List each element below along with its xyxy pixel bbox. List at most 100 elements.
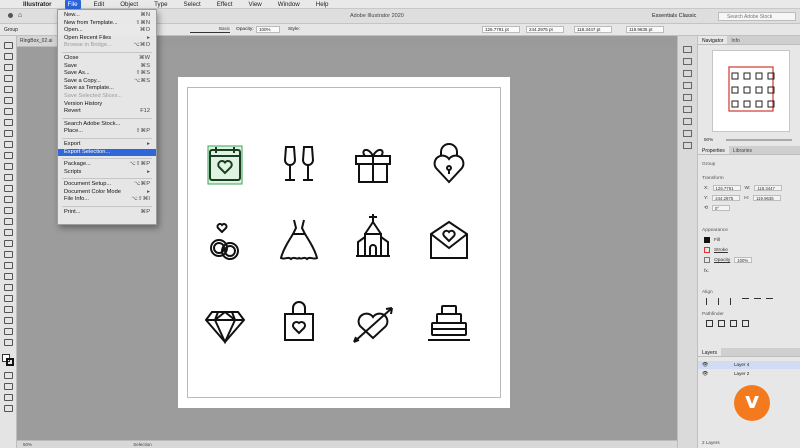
eyedropper-tool-icon[interactable] xyxy=(4,262,13,269)
menu-item-open[interactable]: Open... ⌘O xyxy=(58,27,156,35)
workspace-switcher[interactable]: Essentials Classic xyxy=(652,13,696,19)
menu-item-package[interactable]: Package... ⌥⇧⌘P xyxy=(58,161,156,169)
magic-wand-tool-icon[interactable] xyxy=(4,64,13,71)
tab-properties[interactable]: Properties xyxy=(698,146,729,154)
wedding-dress-icon[interactable] xyxy=(276,216,322,262)
fill-swatch[interactable] xyxy=(704,237,710,243)
color-mode-icon[interactable] xyxy=(4,372,13,379)
free-transform-tool-icon[interactable] xyxy=(4,207,13,214)
hand-tool-icon[interactable] xyxy=(4,328,13,335)
rings-icon[interactable] xyxy=(202,218,248,264)
edit-toolbar-icon[interactable] xyxy=(4,405,13,412)
blend-tool-icon[interactable] xyxy=(4,273,13,280)
menu-view[interactable]: View xyxy=(245,0,264,9)
fx-button[interactable]: fx. xyxy=(704,269,709,274)
tab-layers[interactable]: Layers xyxy=(698,348,722,356)
type-tool-icon[interactable] xyxy=(4,108,13,115)
align-top-icon[interactable] xyxy=(742,298,749,305)
pen-tool-icon[interactable] xyxy=(4,86,13,93)
align-center-icon[interactable] xyxy=(718,298,725,305)
menu-item-revert[interactable]: Revert F12 xyxy=(58,108,156,116)
perspective-grid-tool-icon[interactable] xyxy=(4,229,13,236)
rotate-tool-icon[interactable] xyxy=(4,174,13,181)
rotation-input[interactable]: 0° xyxy=(712,205,731,211)
menu-item-print[interactable]: Print... ⌘P xyxy=(58,209,156,217)
align-left-icon[interactable] xyxy=(706,298,713,305)
symbol-sprayer-tool-icon[interactable] xyxy=(4,284,13,291)
selection-tool-icon[interactable] xyxy=(4,42,13,49)
properties-opacity-input[interactable]: 100% xyxy=(734,257,753,263)
status-zoom[interactable]: 50% xyxy=(23,442,32,447)
unite-icon[interactable] xyxy=(706,320,713,327)
heart-arrow-icon[interactable] xyxy=(350,302,396,348)
calendar-heart-icon[interactable] xyxy=(202,142,248,188)
visibility-eye-icon[interactable]: 👁 xyxy=(702,371,708,377)
y-coordinate-input[interactable]: 244.2975 pt xyxy=(526,26,564,33)
x-coordinate-input[interactable]: 126.7791 pt xyxy=(482,26,520,33)
visibility-eye-icon[interactable]: 👁 xyxy=(702,362,708,368)
lasso-tool-icon[interactable] xyxy=(4,75,13,82)
zoom-tool-icon[interactable] xyxy=(4,339,13,346)
stroke-label[interactable]: Stroke xyxy=(714,248,728,253)
width-input[interactable]: 118.3447 pt xyxy=(574,26,612,33)
paintbrush-tool-icon[interactable] xyxy=(4,141,13,148)
menu-item-document-setup[interactable]: Document Setup... ⌥⌘P xyxy=(58,181,156,189)
menu-effect[interactable]: Effect xyxy=(214,0,236,9)
menu-item-save-a-copy[interactable]: Save a Copy... ⌥⌘S xyxy=(58,78,156,86)
shape-builder-tool-icon[interactable] xyxy=(4,218,13,225)
align-right-icon[interactable] xyxy=(730,298,737,305)
brushes-icon[interactable] xyxy=(683,82,692,89)
stroke-color-swatch[interactable] xyxy=(6,358,14,366)
direct-selection-tool-icon[interactable] xyxy=(4,53,13,60)
adobe-stock-search-input[interactable]: Search Adobe Stock xyxy=(718,12,796,21)
gift-icon[interactable] xyxy=(350,142,396,188)
menu-item-file-info[interactable]: File Info... ⌥⇧⌘I xyxy=(58,196,156,204)
column-graph-tool-icon[interactable] xyxy=(4,295,13,302)
menu-type[interactable]: Type xyxy=(151,0,170,9)
menu-item-export[interactable]: Export ▸ xyxy=(58,141,156,149)
menu-file[interactable]: File xyxy=(64,0,81,9)
color-panel-icon[interactable] xyxy=(683,46,692,53)
curvature-tool-icon[interactable] xyxy=(4,97,13,104)
opacity-label[interactable]: Opacity xyxy=(714,258,730,263)
heart-padlock-icon[interactable] xyxy=(426,140,472,186)
diamond-icon[interactable] xyxy=(202,302,248,348)
properties-w-input[interactable]: 118.3447 xyxy=(754,185,783,191)
pencil-tool-icon[interactable] xyxy=(4,152,13,159)
menu-help[interactable]: Help xyxy=(313,0,332,9)
align-bottom-icon[interactable] xyxy=(766,298,773,305)
document-tab[interactable]: RingBox_02.ai xyxy=(17,36,57,47)
align-middle-icon[interactable] xyxy=(754,298,761,305)
properties-x-input[interactable]: 126.7791 xyxy=(712,185,741,191)
menu-item-new[interactable]: New... ⌘N xyxy=(58,12,156,20)
tab-navigator[interactable]: Navigator xyxy=(698,36,728,44)
properties-h-input[interactable]: 119.9635 xyxy=(753,195,782,201)
home-icon[interactable]: ⌂ xyxy=(18,12,22,19)
properties-y-input[interactable]: 244.2975 xyxy=(712,195,741,201)
window-close-icon[interactable] xyxy=(8,13,13,18)
navigator-zoom-slider[interactable] xyxy=(726,139,792,141)
navigator-zoom-value[interactable]: 50% xyxy=(704,137,713,142)
menu-edit[interactable]: Edit xyxy=(91,0,108,9)
champagne-glasses-icon[interactable] xyxy=(276,142,322,188)
drawing-mode-icon[interactable] xyxy=(4,383,13,390)
symbols-icon[interactable] xyxy=(683,94,692,101)
menu-item-close[interactable]: Close ⌘W xyxy=(58,55,156,63)
menu-object[interactable]: Object xyxy=(117,0,141,9)
stroke-swatch[interactable] xyxy=(704,247,710,253)
love-letter-icon[interactable] xyxy=(426,216,472,262)
mesh-tool-icon[interactable] xyxy=(4,240,13,247)
menu-window[interactable]: Window xyxy=(275,0,303,9)
minus-front-icon[interactable] xyxy=(718,320,725,327)
app-menu[interactable]: Illustrator xyxy=(20,0,55,9)
menu-item-save-as-template[interactable]: Save as Template... xyxy=(58,85,156,93)
scale-tool-icon[interactable] xyxy=(4,185,13,192)
wedding-cake-icon[interactable] xyxy=(426,300,472,346)
graphic-styles-icon[interactable] xyxy=(683,106,692,113)
tab-libraries[interactable]: Libraries xyxy=(729,146,756,154)
stroke-style-select[interactable]: Basic xyxy=(190,26,230,33)
swatches-icon[interactable] xyxy=(683,70,692,77)
menu-item-place[interactable]: Place... ⇧⌘P xyxy=(58,128,156,136)
menu-select[interactable]: Select xyxy=(181,0,204,9)
tab-info[interactable]: Info xyxy=(727,36,743,44)
